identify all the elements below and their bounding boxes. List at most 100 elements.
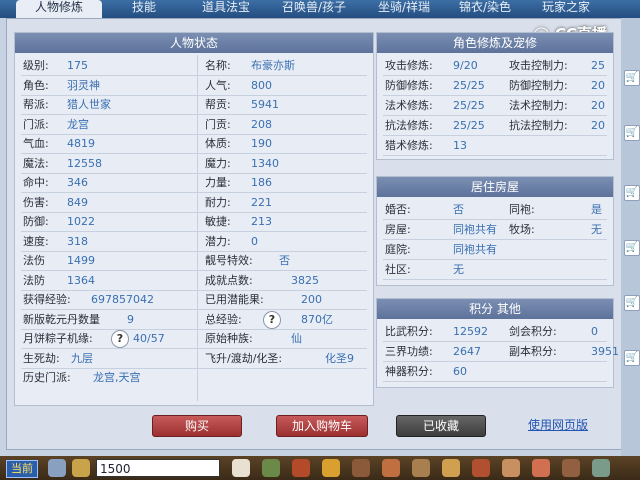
score_panel-value: 0 — [591, 325, 598, 338]
cultivation_panel-value: 20 — [591, 99, 605, 112]
status-label: 法伤 — [23, 254, 45, 267]
status-panel-title: 人物状态 — [15, 33, 373, 53]
game-item-icon[interactable] — [322, 459, 340, 477]
row-separator — [383, 341, 607, 342]
status-label: 魔法: — [23, 156, 49, 170]
status-row: 名称: 布豪亦斯 — [205, 57, 371, 75]
cultivation_panel-label: 防御修炼: — [385, 79, 433, 92]
tab-cultivation[interactable]: 人物修炼 — [16, 0, 102, 18]
tab-summons[interactable]: 召唤兽/孩子 — [272, 0, 356, 18]
cart-icon[interactable]: 🛒 — [624, 185, 640, 201]
tab-outfits[interactable]: 锦衣/染色 — [450, 0, 520, 18]
chat-input[interactable]: 1500 — [96, 459, 220, 477]
chat-channel-label[interactable]: 当前 — [6, 460, 38, 478]
tab-items[interactable]: 道具法宝 — [188, 0, 264, 18]
status-value: 213 — [251, 215, 272, 228]
house_panel-value: 无 — [453, 263, 464, 276]
game-item-icon[interactable] — [352, 459, 370, 477]
status-value: 800 — [251, 78, 272, 92]
history-value: 龙宫,天宫 — [93, 371, 141, 384]
cultivation_panel-row: 抗法修炼: 25/25 抗法控制力: 20 — [385, 117, 609, 135]
status-label: 体质: — [205, 137, 231, 150]
history-row: 历史门派: 龙宫,天宫 — [23, 369, 323, 387]
tab-home[interactable]: 玩家之家 — [528, 0, 604, 18]
score_panel-label: 神器积分: — [385, 365, 433, 378]
score-panel-title: 积分 其他 — [377, 299, 613, 319]
game-item-icon[interactable] — [562, 459, 580, 477]
tab-skills[interactable]: 技能 — [112, 0, 176, 18]
status-label: 力量: — [205, 176, 231, 189]
house_panel-value: 是 — [591, 203, 602, 216]
game-item-icon[interactable] — [232, 459, 250, 477]
house-panel-title: 居住房屋 — [377, 177, 613, 197]
status-row: 人气: 800 — [205, 77, 371, 95]
cultivation_panel-row: 猎术修炼: 13 — [385, 137, 609, 155]
cultivation_panel-label: 攻击修炼: — [385, 59, 433, 72]
status-label: 成就点数: — [205, 273, 253, 287]
status-row: 帮贡: 5941 — [205, 96, 371, 114]
cart-icon[interactable]: 🛒 — [624, 350, 640, 366]
status-value: 5941 — [251, 98, 279, 111]
status-row: 已用潜能果: 200 — [205, 291, 371, 309]
status-label: 魔力: — [205, 156, 231, 170]
game-item-icon[interactable] — [502, 459, 520, 477]
status-row: 体质: 190 — [205, 135, 371, 153]
use-web-link[interactable]: 使用网页版 — [528, 415, 588, 435]
status-row: 生死劫: 九层 — [23, 350, 193, 368]
status-row: 防御: 1022 — [23, 213, 193, 231]
cultivation_panel-label: 抗法修炼: — [385, 119, 433, 132]
row-separator — [383, 259, 607, 260]
game-item-icon[interactable] — [442, 459, 460, 477]
game-item-icon[interactable] — [382, 459, 400, 477]
status-value: 1022 — [67, 215, 95, 228]
score_panel-row: 比武积分: 12592 剑会积分: 0 — [385, 323, 609, 341]
house_panel-label: 庭院: — [385, 243, 411, 256]
collected-button[interactable]: 已收藏 — [396, 415, 486, 437]
status-value: 布豪亦斯 — [251, 59, 295, 72]
add-to-cart-button[interactable]: 加入购物车 — [276, 415, 368, 437]
status-row: 速度: 318 — [23, 233, 193, 251]
cart-icon[interactable]: 🛒 — [624, 70, 640, 86]
help-icon[interactable]: ? — [111, 330, 129, 348]
score-panel: 积分 其他 比武积分: 12592 剑会积分: 0 三界功绩: 2647 副本积分: 3951… — [376, 298, 619, 388]
cultivation_panel-value: 25 — [591, 59, 605, 72]
row-separator — [383, 115, 607, 116]
game-item-icon[interactable] — [262, 459, 280, 477]
emoji-icon[interactable] — [72, 459, 90, 477]
microphone-icon[interactable] — [48, 459, 66, 477]
row-separator — [383, 135, 607, 136]
game-item-icon[interactable] — [292, 459, 310, 477]
status-row: 敏捷: 213 — [205, 213, 371, 231]
score_panel-value: 2647 — [453, 345, 481, 358]
row-separator — [383, 279, 607, 280]
status-row: 角色: 羽灵神 — [23, 77, 193, 95]
cart-icon[interactable]: 🛒 — [624, 295, 640, 311]
help-icon[interactable]: ? — [263, 310, 281, 329]
status-value: 龙宫 — [67, 117, 89, 131]
status-label: 门派: — [23, 117, 49, 131]
house_panel-label: 婚否: — [385, 203, 411, 216]
score_panel-value: 60 — [453, 365, 467, 378]
game-item-icon[interactable] — [532, 459, 550, 477]
game-item-icon[interactable] — [592, 459, 610, 477]
cultivation-panel-title: 角色修炼及宠修 — [377, 33, 613, 53]
buy-button[interactable]: 购买 — [152, 415, 242, 437]
row-separator — [383, 95, 607, 96]
status-label: 帮贡: — [205, 98, 231, 111]
status-label: 敏捷: — [205, 215, 231, 228]
status-row: 总经验:? 870亿 — [205, 310, 371, 329]
game-item-icon[interactable] — [412, 459, 430, 477]
row-separator — [383, 75, 607, 76]
cart-icon[interactable]: 🛒 — [624, 125, 640, 141]
status-label: 人气: — [205, 78, 231, 92]
status-row: 力量: 186 — [205, 174, 371, 192]
status-label: 门贡: — [205, 117, 231, 131]
status-panel: 人物状态 级别: 175 角色: 羽灵神 帮派: 猎人世家 门派: 龙宫 气血: 4819 魔法: 1… — [14, 32, 374, 406]
cultivation_panel-value: 9/20 — [453, 59, 478, 72]
status-value: 12558 — [67, 156, 102, 170]
row-separator — [383, 219, 607, 220]
cart-icon[interactable]: 🛒 — [624, 240, 640, 256]
status-label: 气血: — [23, 137, 49, 150]
tab-mounts[interactable]: 坐骑/祥瑞 — [364, 0, 444, 18]
game-item-icon[interactable] — [472, 459, 490, 477]
